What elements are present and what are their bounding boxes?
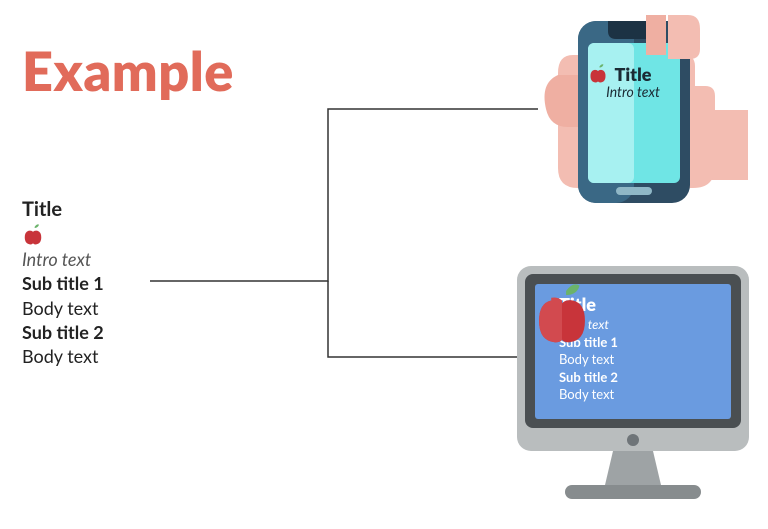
source-content-block: Title Intro text Sub title 1 Body text S… bbox=[22, 196, 104, 368]
monitor-body1: Body text bbox=[559, 351, 721, 369]
source-body1: Body text bbox=[22, 296, 104, 320]
source-intro: Intro text bbox=[22, 247, 104, 271]
monitor-sub2: Sub title 2 bbox=[559, 369, 721, 387]
monitor-screen: Title Intro text Sub title 1 Body text S… bbox=[535, 284, 731, 419]
phone-intro: Intro text bbox=[588, 83, 678, 100]
source-title: Title bbox=[22, 196, 104, 223]
apple-icon bbox=[22, 223, 104, 247]
phone-illustration: Title Intro text bbox=[518, 15, 738, 215]
page-title: Example bbox=[22, 38, 234, 103]
source-sub1: Sub title 1 bbox=[22, 271, 104, 295]
monitor-body2: Body text bbox=[559, 386, 721, 404]
phone-screen: Title Intro text bbox=[588, 63, 678, 110]
source-body2: Body text bbox=[22, 344, 104, 368]
monitor-illustration: Title Intro text Sub title 1 Body text S… bbox=[513, 262, 753, 512]
source-sub2: Sub title 2 bbox=[22, 320, 104, 344]
